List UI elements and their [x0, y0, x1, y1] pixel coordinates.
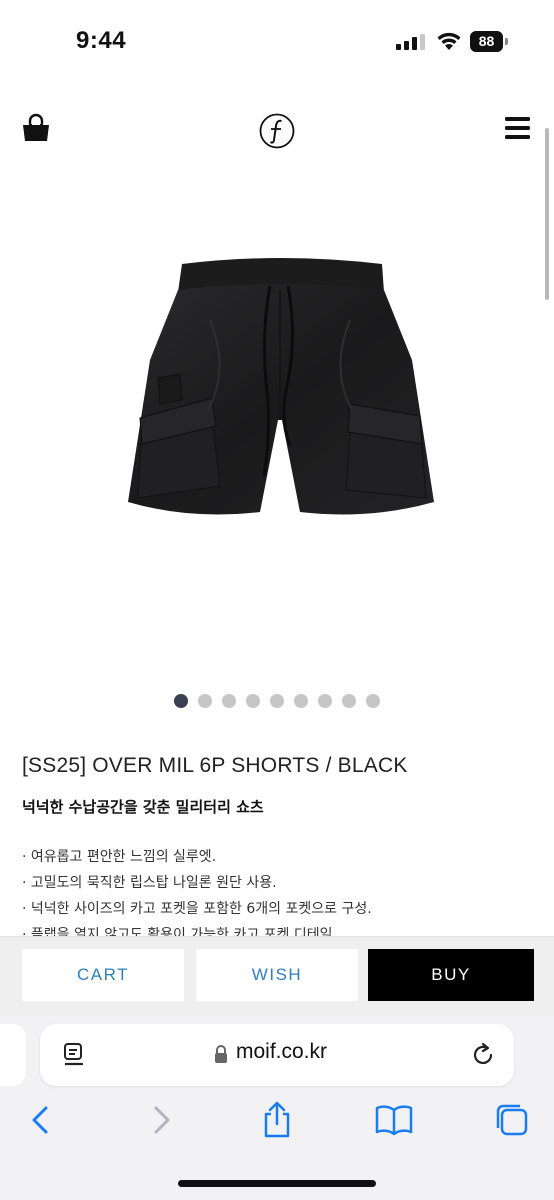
bookmarks-icon[interactable] [374, 1100, 414, 1140]
battery-tip [505, 38, 508, 45]
carousel-dot[interactable] [246, 694, 260, 708]
tabs-icon[interactable] [492, 1100, 532, 1140]
home-indicator [178, 1180, 376, 1187]
description-line: · 넉넉한 사이즈의 카고 포켓을 포함한 6개의 포켓으로 구성. [22, 901, 372, 917]
previous-tab-peek[interactable] [0, 1024, 26, 1086]
product-title: [SS25] OVER MIL 6P SHORTS / BLACK [22, 754, 408, 777]
hamburger-menu-icon[interactable] [505, 116, 530, 140]
share-icon[interactable] [257, 1100, 297, 1140]
product-image[interactable] [120, 250, 440, 550]
forward-icon[interactable] [140, 1100, 180, 1140]
carousel-dots [174, 694, 380, 710]
carousel-dot[interactable] [174, 694, 188, 708]
reload-icon[interactable] [470, 1042, 496, 1068]
carousel-dot[interactable] [294, 694, 308, 708]
site-header [0, 100, 554, 164]
buy-now-button[interactable]: BUY [368, 949, 534, 1001]
cellular-signal-icon [396, 34, 425, 50]
page-scrollbar[interactable] [545, 128, 549, 300]
ios-status-bar: 9:44 88 [0, 0, 554, 84]
description-line: · 여유롭고 편안한 느낌의 실루엣. [22, 849, 217, 865]
carousel-dot[interactable] [318, 694, 332, 708]
back-icon[interactable] [22, 1100, 62, 1140]
carousel-dot[interactable] [270, 694, 284, 708]
address-bar[interactable]: moif.co.kr [40, 1024, 514, 1086]
brand-logo[interactable] [258, 112, 296, 150]
safari-bottom-bar: moif.co.kr [0, 1016, 554, 1200]
carousel-dot[interactable] [366, 694, 380, 708]
purchase-action-bar: CART WISH BUY [0, 936, 554, 1016]
battery-indicator: 88 [470, 31, 508, 52]
lock-icon [215, 1045, 227, 1063]
product-description: · 여유롭고 편안한 느낌의 실루엣. · 고밀도의 묵직한 립스탑 나일론 원… [22, 846, 532, 938]
wifi-icon [437, 32, 461, 50]
carousel-dot[interactable] [198, 694, 212, 708]
description-line: · 고밀도의 묵직한 립스탑 나일론 원단 사용. [22, 875, 277, 891]
battery-level: 88 [470, 31, 503, 52]
add-to-cart-button[interactable]: CART [22, 949, 184, 1001]
wishlist-button[interactable]: WISH [196, 949, 358, 1001]
carousel-dot[interactable] [222, 694, 236, 708]
shopping-bag-icon[interactable] [20, 112, 52, 144]
url-text[interactable]: moif.co.kr [236, 1040, 327, 1064]
page-menu-icon[interactable] [62, 1042, 86, 1068]
status-time: 9:44 [76, 27, 127, 54]
carousel-dot[interactable] [342, 694, 356, 708]
product-subtitle: 넉넉한 수납공간을 갖춘 밀리터리 쇼츠 [22, 798, 264, 816]
